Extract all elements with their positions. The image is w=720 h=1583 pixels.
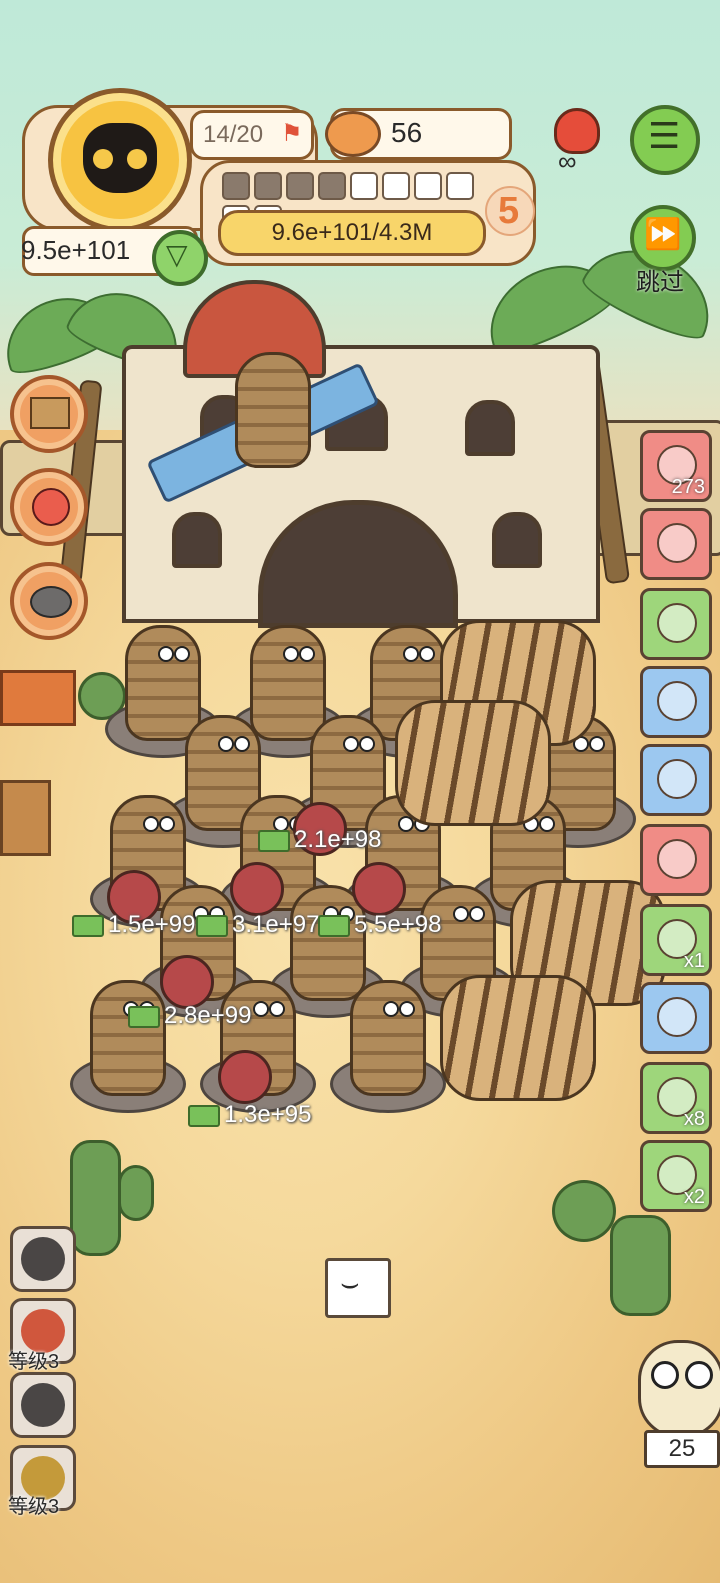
damage-number: 5.5e+98 xyxy=(318,911,441,939)
box-icon xyxy=(30,397,70,429)
gold-progress-bar: 9.6e+101/4.3M xyxy=(218,210,486,256)
monster-skill-icon xyxy=(21,1237,65,1281)
sabertooth-unit[interactable] xyxy=(440,975,596,1101)
damage-number: 3.1e+97 xyxy=(196,911,319,939)
gold-progress-text: 9.6e+101/4.3M xyxy=(271,219,433,246)
player-avatar[interactable] xyxy=(48,88,192,232)
black-cat-icon xyxy=(83,123,157,193)
cash-icon xyxy=(318,914,350,937)
skill-slot-3[interactable] xyxy=(10,1372,76,1438)
cash-icon xyxy=(128,1005,160,1028)
owl-counter: 25 xyxy=(644,1430,720,1468)
stage-progress-pill: 14/20 ⚑ xyxy=(190,110,314,160)
ball-button[interactable] xyxy=(10,468,88,546)
bush-skill-icon xyxy=(21,1383,65,1427)
card-count: 273 xyxy=(671,476,705,498)
skill-slot-1[interactable] xyxy=(10,1226,76,1292)
hut-icon xyxy=(657,997,697,1037)
owl-icon[interactable] xyxy=(638,1340,720,1438)
card-count: x8 xyxy=(683,1108,705,1130)
damage-number: 1.3e+95 xyxy=(188,1101,311,1129)
card-count: x1 xyxy=(683,950,705,972)
skill-level: 等级3 xyxy=(8,1496,60,1518)
green-slime-card[interactable] xyxy=(640,508,712,580)
level-badge: 5 xyxy=(485,186,535,236)
pangolin-unit[interactable] xyxy=(350,980,426,1096)
cash-icon xyxy=(196,914,228,937)
chevron-down-icon: ▽ xyxy=(166,239,188,270)
can-counter: 56 xyxy=(325,108,512,160)
damage-number: 1.5e+99 xyxy=(72,911,195,939)
paw-eye xyxy=(127,149,147,169)
fast-forward-icon: ⏩ xyxy=(644,218,682,251)
pangolin-unit[interactable] xyxy=(250,625,326,741)
furnace-icon xyxy=(657,759,697,799)
pot-button[interactable] xyxy=(10,562,88,640)
meat-drop[interactable] xyxy=(218,1050,272,1104)
credit-card-card[interactable] xyxy=(640,588,712,660)
box-shop-button[interactable] xyxy=(10,375,88,453)
smile-chevron-icon: ⌣ xyxy=(340,1267,360,1300)
pot-icon xyxy=(30,586,72,618)
menu-button[interactable]: ☰ xyxy=(630,105,700,175)
damage-number: 2.1e+98 xyxy=(258,826,381,854)
paw-eye xyxy=(93,149,113,169)
green-slime-icon xyxy=(657,523,697,563)
gold-total: 9.5e+101 xyxy=(21,235,131,265)
expand-toggle-button[interactable]: ▽ xyxy=(152,230,208,286)
hanging-bag-icon xyxy=(657,839,697,879)
tin-can-icon xyxy=(325,111,381,157)
cash-icon xyxy=(72,914,104,937)
meat-drop[interactable] xyxy=(160,955,214,1009)
furnace-card[interactable] xyxy=(640,744,712,816)
tent-card[interactable]: x2 xyxy=(640,1140,712,1212)
wings-icon xyxy=(657,681,697,721)
meat-drop[interactable] xyxy=(352,862,406,916)
cash-icon xyxy=(188,1104,220,1127)
flag-icon: ⚑ xyxy=(281,120,303,147)
progress-segments xyxy=(222,172,482,233)
meat-drop[interactable] xyxy=(230,862,284,916)
hanging-bag-card[interactable] xyxy=(640,824,712,896)
pangolin-unit[interactable] xyxy=(90,980,166,1096)
damage-number: 2.8e+99 xyxy=(128,1002,251,1030)
film-reel-card[interactable]: 273 xyxy=(640,430,712,502)
flame-infinity-icon[interactable]: ∞ xyxy=(544,108,604,176)
stage-progress: 14/20 xyxy=(203,121,264,148)
card-count: x2 xyxy=(683,1186,705,1208)
hut-card[interactable] xyxy=(640,982,712,1054)
list-icon: ☰ xyxy=(648,115,681,156)
cash-icon xyxy=(258,829,290,852)
sack-card[interactable]: x1 xyxy=(640,904,712,976)
can-count: 56 xyxy=(391,117,423,148)
ball-icon xyxy=(32,488,70,526)
skill-level: 等级3 xyxy=(8,1351,60,1373)
sabertooth-unit[interactable] xyxy=(395,700,551,826)
wings-card[interactable] xyxy=(640,666,712,738)
ticket-card[interactable]: x8 xyxy=(640,1062,712,1134)
credit-card-icon xyxy=(657,603,697,643)
skip-label: 跳过 xyxy=(636,269,684,296)
pangolin-unit[interactable] xyxy=(125,625,201,741)
drawer-toggle-button[interactable]: ⌣ xyxy=(325,1258,391,1318)
